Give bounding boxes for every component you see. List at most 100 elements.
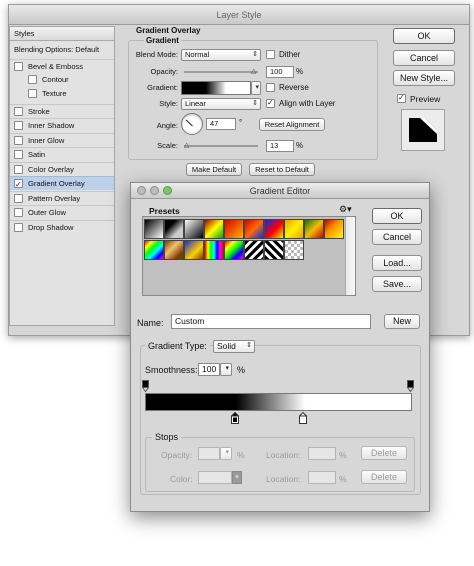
ok-button[interactable]: OK: [393, 28, 455, 44]
gradient-type-label: Gradient Type:: [145, 340, 210, 352]
reverse-label: Reverse: [279, 83, 309, 92]
preset-swatch[interactable]: [264, 240, 284, 260]
preset-swatch[interactable]: [244, 219, 264, 239]
smoothness-dropdown[interactable]: ▾: [220, 363, 232, 376]
checkbox[interactable]: [14, 223, 23, 232]
slider-thumb-icon[interactable]: △: [251, 67, 256, 75]
stop-opacity-field[interactable]: [198, 447, 220, 460]
scale-field[interactable]: 13: [266, 140, 294, 152]
gradient-preview[interactable]: [181, 81, 251, 95]
presets-scrollbar[interactable]: [345, 217, 355, 295]
preset-swatch[interactable]: [184, 219, 204, 239]
opacity-slider-track[interactable]: [184, 71, 258, 73]
checkbox[interactable]: [14, 62, 23, 71]
reverse-checkbox[interactable]: [266, 83, 275, 92]
chevron-down-icon[interactable]: ▾: [232, 471, 242, 484]
minimize-window-icon[interactable]: [150, 186, 159, 195]
preset-swatch[interactable]: [164, 240, 184, 260]
sidebar-item-contour[interactable]: Contour: [10, 73, 114, 87]
style-select[interactable]: Linear ⇕: [181, 98, 261, 110]
color-stop-white[interactable]: [298, 411, 308, 424]
opacity-field[interactable]: 100: [266, 66, 294, 78]
blend-mode-select[interactable]: Normal ⇕: [181, 49, 261, 61]
preset-swatch[interactable]: [184, 240, 204, 260]
opacity-stop-right[interactable]: [406, 380, 415, 393]
checkbox[interactable]: [14, 121, 23, 130]
delete-opacity-stop-button[interactable]: Delete: [361, 446, 407, 460]
sidebar-item-outer-glow[interactable]: Outer Glow: [10, 205, 114, 219]
angle-field[interactable]: 47: [206, 118, 236, 130]
reset-alignment-button[interactable]: Reset Alignment: [259, 118, 325, 131]
opacity-unit: %: [296, 67, 304, 76]
zoom-window-icon[interactable]: [163, 186, 172, 195]
preset-swatch[interactable]: [264, 219, 284, 239]
preset-swatch[interactable]: [224, 219, 244, 239]
cancel-button[interactable]: Cancel: [393, 50, 455, 66]
scale-slider-track[interactable]: [184, 145, 258, 147]
gradient-dropdown[interactable]: ▾: [251, 81, 261, 95]
sidebar-item-pattern-overlay[interactable]: Pattern Overlay: [10, 191, 114, 205]
editor-cancel-button[interactable]: Cancel: [372, 229, 422, 245]
save-button[interactable]: Save...: [372, 276, 422, 292]
smoothness-field[interactable]: 100: [198, 363, 220, 376]
name-field[interactable]: Custom: [171, 314, 371, 329]
preset-swatch[interactable]: [244, 240, 264, 260]
new-button[interactable]: New: [384, 314, 420, 329]
gear-icon[interactable]: ⚙︎▾: [339, 204, 352, 215]
chevron-down-icon: ▾: [225, 449, 229, 456]
sidebar-item-texture[interactable]: Texture: [10, 87, 114, 101]
checkbox[interactable]: [14, 194, 23, 203]
align-layer-checkbox[interactable]: [266, 98, 275, 108]
editor-ok-button[interactable]: OK: [372, 208, 422, 224]
color-stop-black[interactable]: [230, 411, 240, 424]
sidebar-item-satin[interactable]: Satin: [10, 147, 114, 161]
preset-swatch[interactable]: [204, 240, 224, 260]
checkbox[interactable]: [14, 165, 23, 174]
checkbox[interactable]: [14, 150, 23, 159]
close-window-icon[interactable]: [137, 186, 146, 195]
sidebar-item-color-overlay[interactable]: Color Overlay: [10, 162, 114, 176]
checkbox[interactable]: [28, 89, 37, 98]
checkbox[interactable]: [14, 136, 23, 145]
stop-location2-field[interactable]: [308, 471, 336, 484]
preset-swatch[interactable]: [284, 219, 304, 239]
preset-swatch[interactable]: [284, 240, 304, 260]
delete-color-stop-button[interactable]: Delete: [361, 470, 407, 484]
sidebar-item-gradient-overlay[interactable]: Gradient Overlay: [10, 176, 114, 192]
preview-thumbnail: [401, 109, 445, 151]
gradient-type-select[interactable]: Solid ⇕: [213, 340, 255, 353]
sidebar-item-inner-shadow[interactable]: Inner Shadow: [10, 118, 114, 132]
preset-swatch[interactable]: [324, 219, 344, 239]
dither-checkbox[interactable]: [266, 50, 275, 59]
preview-checkbox[interactable]: [397, 93, 406, 103]
checkbox[interactable]: [14, 208, 23, 217]
reset-to-default-button[interactable]: Reset to Default: [249, 163, 315, 176]
new-style-button[interactable]: New Style...: [393, 70, 455, 86]
sidebar-item-label: Inner Glow: [28, 136, 65, 145]
sidebar-item-bevel-emboss[interactable]: Bevel & Emboss: [10, 59, 114, 73]
stop-color-swatch[interactable]: [198, 471, 232, 484]
sidebar-item-label: Inner Shadow: [28, 121, 75, 130]
stop-opacity-dropdown[interactable]: ▾: [220, 447, 232, 460]
preset-swatch[interactable]: [164, 219, 184, 239]
sidebar-item-inner-glow[interactable]: Inner Glow: [10, 133, 114, 147]
preset-swatch[interactable]: [304, 219, 324, 239]
preset-swatch[interactable]: [144, 240, 164, 260]
make-default-button[interactable]: Make Default: [186, 163, 242, 176]
gradient-bar[interactable]: [145, 393, 412, 411]
preset-swatch[interactable]: [144, 219, 164, 239]
checkbox[interactable]: [28, 75, 37, 84]
preset-swatch[interactable]: [204, 219, 224, 239]
checkbox-checked[interactable]: [14, 178, 23, 192]
opacity-stop-icon: [141, 380, 150, 393]
opacity-stop-left[interactable]: [141, 380, 150, 393]
stop-location-field[interactable]: [308, 447, 336, 460]
sidebar-item-drop-shadow[interactable]: Drop Shadow: [10, 220, 114, 234]
checkbox[interactable]: [14, 107, 23, 116]
sidebar-item-stroke[interactable]: Stroke: [10, 104, 114, 118]
preset-swatch[interactable]: [224, 240, 244, 260]
load-button[interactable]: Load...: [372, 255, 422, 271]
angle-dial[interactable]: [181, 113, 203, 135]
slider-thumb-icon[interactable]: △: [184, 141, 189, 149]
sidebar-item-blending-options[interactable]: Blending Options: Default: [10, 43, 114, 57]
